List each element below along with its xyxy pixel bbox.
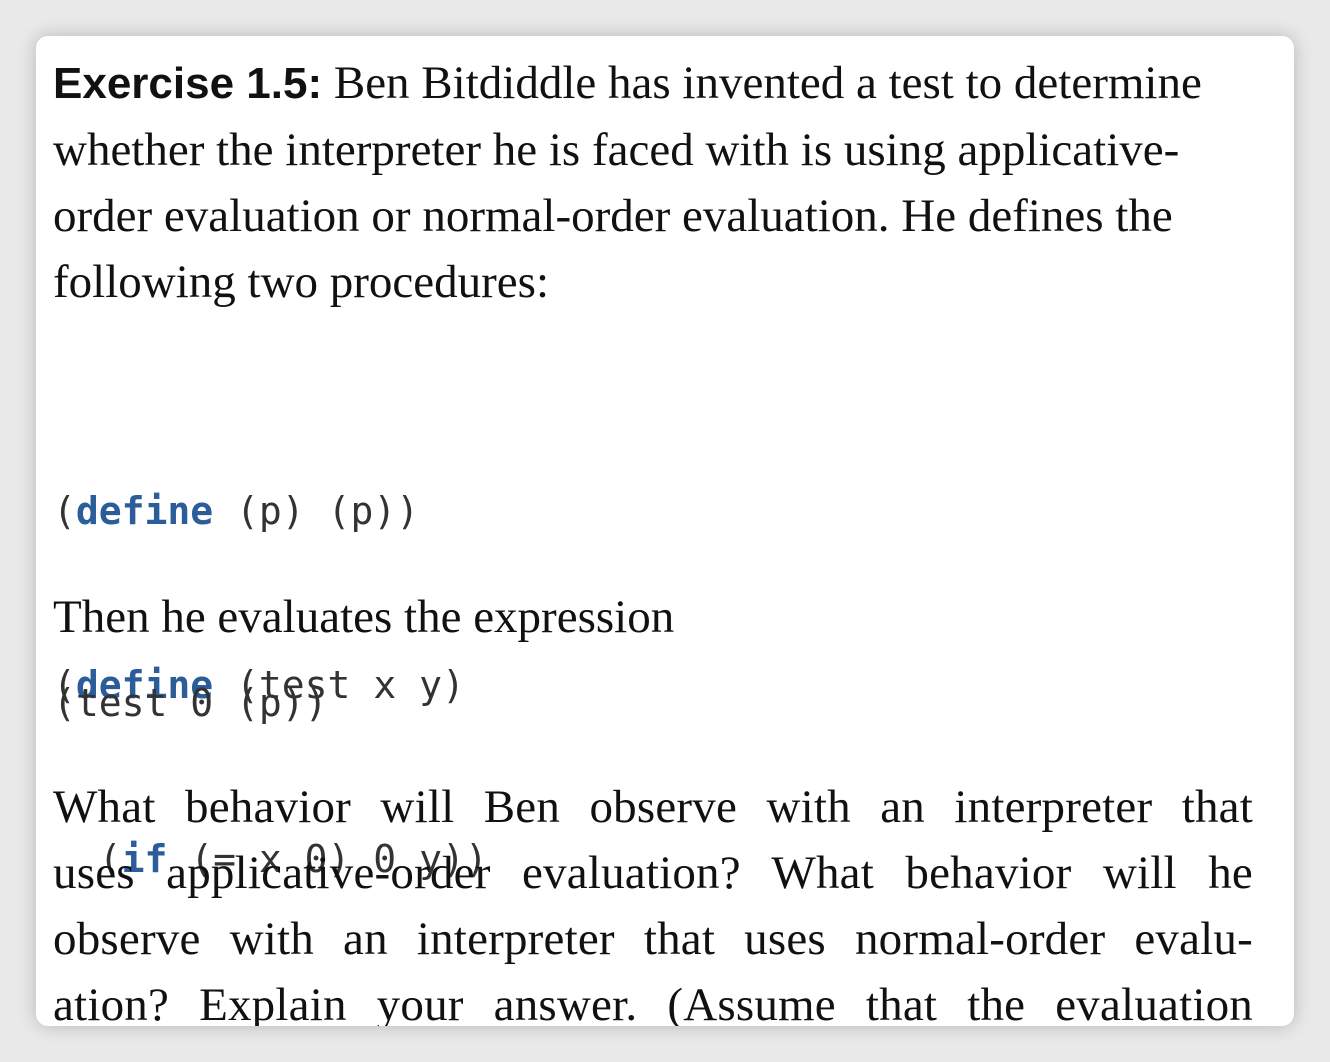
code-block-expression: (test 0 (p)) bbox=[53, 681, 328, 725]
intro-line-4: following two procedures: bbox=[53, 256, 550, 308]
code-text: ( bbox=[53, 489, 76, 533]
exercise-intro: Exercise 1.5: Ben Bitdiddle has invented… bbox=[53, 50, 1253, 315]
intro-line-3: order evaluation or normal-order evaluat… bbox=[53, 190, 1173, 242]
question-paragraph: What behavior will Ben observe with an i… bbox=[53, 774, 1253, 1026]
intro-text-1: Ben Bitdiddle has invented a test to det… bbox=[322, 57, 1202, 109]
then-paragraph: Then he evaluates the expression bbox=[53, 591, 675, 643]
exercise-card: Exercise 1.5: Ben Bitdiddle has invented… bbox=[36, 36, 1294, 1026]
question-line-2: uses applicative-order evaluation? What … bbox=[53, 847, 1253, 899]
question-line-3: observe with an interpreter that uses no… bbox=[53, 913, 1253, 965]
exercise-label: Exercise 1.5: bbox=[53, 59, 323, 108]
code-line-1: (define (p) (p)) bbox=[53, 482, 488, 540]
question-line-1: What behavior will Ben observe with an i… bbox=[53, 781, 1253, 833]
intro-line-1: Exercise 1.5: Ben Bitdiddle has invented… bbox=[53, 50, 1253, 117]
keyword-define: define bbox=[75, 489, 214, 533]
question-line-4: ation? Explain your answer. (Assume that… bbox=[53, 979, 1253, 1026]
intro-line-2: whether the interpreter he is faced with… bbox=[53, 124, 1180, 176]
code-text: (p) (p)) bbox=[213, 489, 420, 533]
